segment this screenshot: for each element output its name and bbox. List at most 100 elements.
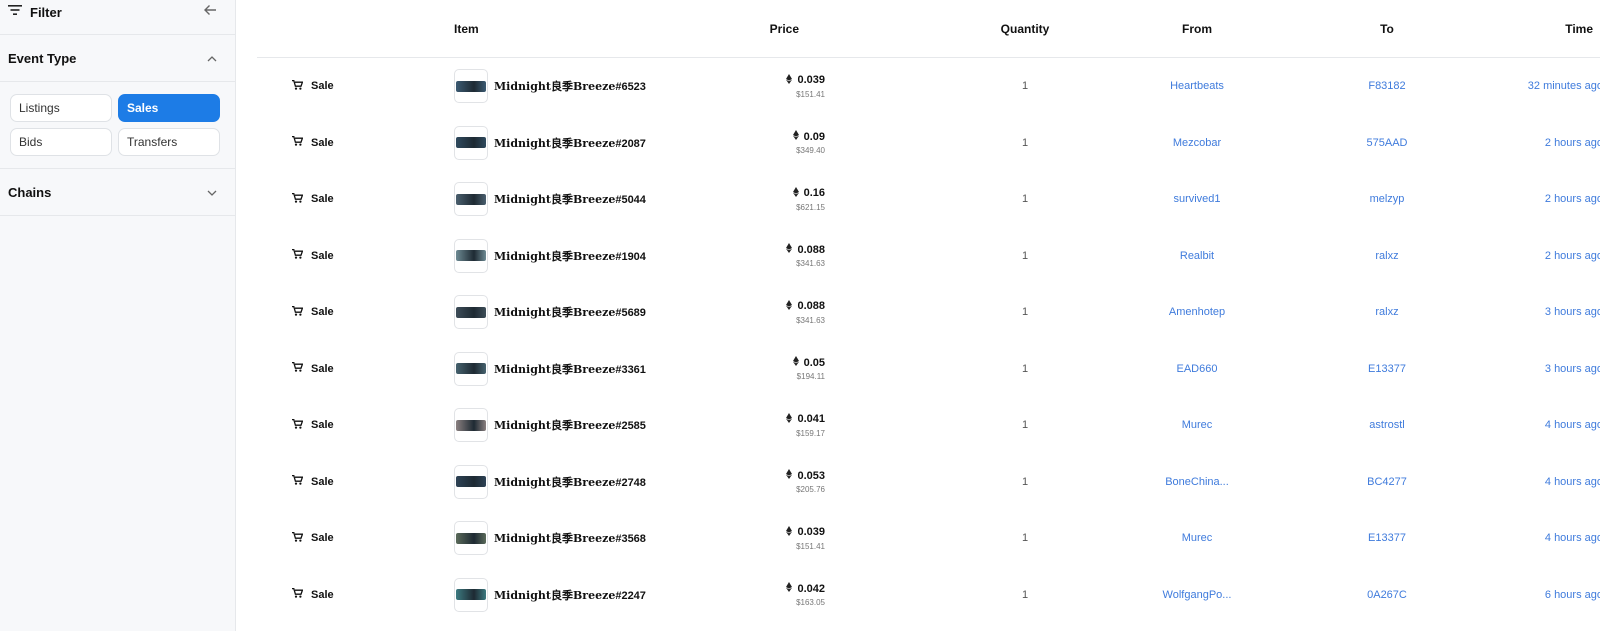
to-link[interactable]: melzyp <box>1291 193 1483 205</box>
to-link[interactable]: BC4277 <box>1291 476 1483 488</box>
time-label[interactable]: 2 hours ago <box>1545 137 1600 149</box>
item-name[interactable]: Midnight良季Breeze#3361 <box>494 361 646 377</box>
item-thumbnail[interactable] <box>454 238 488 273</box>
item-thumbnail[interactable] <box>454 521 488 556</box>
item-name[interactable]: Midnight良季Breeze#2585 <box>494 417 646 433</box>
table-body: Sale Midnight良季Breeze#6523 0.039 $151.41… <box>236 58 1600 623</box>
to-link[interactable]: ralxz <box>1291 306 1483 318</box>
item-cell[interactable]: Midnight良季Breeze#5689 <box>437 295 677 330</box>
price-cell: 0.039 $151.41 <box>677 525 947 551</box>
quantity-cell: 1 <box>1021 362 1029 375</box>
from-link[interactable]: Mezcobar <box>1103 137 1291 149</box>
time-link[interactable]: 2 hours ago <box>1483 134 1600 151</box>
item-name[interactable]: Midnight良季Breeze#2748 <box>494 474 646 490</box>
item-cell[interactable]: Midnight良季Breeze#2585 <box>437 408 677 443</box>
time-label[interactable]: 2 hours ago <box>1545 193 1600 205</box>
item-cell[interactable]: Midnight良季Breeze#1904 <box>437 238 677 273</box>
filter-title: Filter <box>30 4 62 20</box>
time-link[interactable]: 4 hours ago <box>1483 530 1600 547</box>
item-thumbnail[interactable] <box>454 125 488 160</box>
from-link[interactable]: BoneChina... <box>1103 476 1291 488</box>
item-cell[interactable]: Midnight良季Breeze#2748 <box>437 464 677 499</box>
item-thumbnail[interactable] <box>454 295 488 330</box>
item-thumbnail[interactable] <box>454 464 488 499</box>
cart-icon <box>292 249 304 262</box>
time-link[interactable]: 3 hours ago <box>1483 304 1600 321</box>
header-price: Price <box>769 21 799 36</box>
to-link[interactable]: F83182 <box>1291 80 1483 92</box>
item-name[interactable]: Midnight良季Breeze#2247 <box>494 587 646 603</box>
table-row[interactable]: Sale Midnight良季Breeze#2748 0.053 $205.76… <box>257 454 1600 511</box>
item-name[interactable]: Midnight良季Breeze#2087 <box>494 135 646 151</box>
chevron-down-icon <box>207 183 217 201</box>
time-label[interactable]: 4 hours ago <box>1545 476 1600 488</box>
item-cell[interactable]: Midnight良季Breeze#2087 <box>437 125 677 160</box>
time-link[interactable]: 4 hours ago <box>1483 417 1600 434</box>
chip-bids[interactable]: Bids <box>10 128 112 156</box>
price-usd: $163.05 <box>796 598 825 608</box>
eth-icon <box>786 299 793 313</box>
time-link[interactable]: 3 hours ago <box>1483 360 1600 377</box>
activity-table: Item Price Quantity From To Time Sale Mi… <box>236 0 1600 631</box>
eth-icon <box>786 469 793 482</box>
chip-sales[interactable]: Sales <box>118 94 220 122</box>
table-row[interactable]: Sale Midnight良季Breeze#3568 0.039 $151.41… <box>257 510 1600 567</box>
price-cell: 0.041 $159.17 <box>677 412 947 438</box>
time-link[interactable]: 2 hours ago <box>1483 247 1600 264</box>
table-row[interactable]: Sale Midnight良季Breeze#5044 0.16 $621.15 … <box>257 171 1600 228</box>
table-row[interactable]: Sale Midnight良季Breeze#2087 0.09 $349.40 … <box>257 115 1600 172</box>
item-thumbnail[interactable] <box>454 182 488 217</box>
item-name[interactable]: Midnight良季Breeze#6523 <box>494 78 646 94</box>
time-label[interactable]: 3 hours ago <box>1545 363 1600 375</box>
from-link[interactable]: WolfgangPo... <box>1103 589 1291 601</box>
time-label[interactable]: 4 hours ago <box>1545 532 1600 544</box>
from-link[interactable]: EAD660 <box>1103 363 1291 375</box>
event-label: Sale <box>311 80 334 93</box>
item-cell[interactable]: Midnight良季Breeze#3361 <box>437 351 677 386</box>
from-link[interactable]: Realbit <box>1103 250 1291 262</box>
chip-listings[interactable]: Listings <box>10 94 112 122</box>
item-name[interactable]: Midnight良季Breeze#1904 <box>494 248 646 264</box>
from-link[interactable]: Amenhotep <box>1103 306 1291 318</box>
item-name[interactable]: Midnight良季Breeze#3568 <box>494 530 646 546</box>
event-type-header[interactable]: Event Type <box>0 35 235 81</box>
time-label[interactable]: 3 hours ago <box>1545 306 1600 318</box>
to-link[interactable]: 575AAD <box>1291 137 1483 149</box>
table-row[interactable]: Sale Midnight良季Breeze#2247 0.042 $163.05… <box>257 567 1600 624</box>
from-link[interactable]: Murec <box>1103 532 1291 544</box>
collapse-arrow-left-icon[interactable] <box>203 3 217 22</box>
from-link[interactable]: survived1 <box>1103 193 1291 205</box>
item-name[interactable]: Midnight良季Breeze#5689 <box>494 304 646 320</box>
to-link[interactable]: E13377 <box>1291 363 1483 375</box>
table-row[interactable]: Sale Midnight良季Breeze#2585 0.041 $159.17… <box>257 397 1600 454</box>
item-cell[interactable]: Midnight良季Breeze#5044 <box>437 182 677 217</box>
to-link[interactable]: E13377 <box>1291 532 1483 544</box>
time-label[interactable]: 4 hours ago <box>1545 419 1600 431</box>
chip-transfers[interactable]: Transfers <box>118 128 220 156</box>
item-thumbnail[interactable] <box>454 69 488 104</box>
time-link[interactable]: 2 hours ago <box>1483 191 1600 208</box>
time-link[interactable]: 4 hours ago <box>1483 473 1600 490</box>
time-label[interactable]: 6 hours ago <box>1545 589 1600 601</box>
time-link[interactable]: 32 minutes ago <box>1483 78 1600 95</box>
item-cell[interactable]: Midnight良季Breeze#6523 <box>437 69 677 104</box>
to-link[interactable]: ralxz <box>1291 250 1483 262</box>
item-cell[interactable]: Midnight良季Breeze#3568 <box>437 521 677 556</box>
table-row[interactable]: Sale Midnight良季Breeze#3361 0.05 $194.11 … <box>257 341 1600 398</box>
item-cell[interactable]: Midnight良季Breeze#2247 <box>437 577 677 612</box>
time-link[interactable]: 6 hours ago <box>1483 586 1600 603</box>
time-label[interactable]: 32 minutes ago <box>1528 80 1600 92</box>
to-link[interactable]: 0A267C <box>1291 589 1483 601</box>
table-row[interactable]: Sale Midnight良季Breeze#5689 0.088 $341.63… <box>257 284 1600 341</box>
chains-header[interactable]: Chains <box>0 169 235 215</box>
from-link[interactable]: Heartbeats <box>1103 80 1291 92</box>
from-link[interactable]: Murec <box>1103 419 1291 431</box>
item-thumbnail[interactable] <box>454 577 488 612</box>
item-name[interactable]: Midnight良季Breeze#5044 <box>494 191 646 207</box>
table-row[interactable]: Sale Midnight良季Breeze#1904 0.088 $341.63… <box>257 228 1600 285</box>
item-thumbnail[interactable] <box>454 408 488 443</box>
item-thumbnail[interactable] <box>454 351 488 386</box>
to-link[interactable]: astrostl <box>1291 419 1483 431</box>
table-row[interactable]: Sale Midnight良季Breeze#6523 0.039 $151.41… <box>257 58 1600 115</box>
time-label[interactable]: 2 hours ago <box>1545 250 1600 262</box>
